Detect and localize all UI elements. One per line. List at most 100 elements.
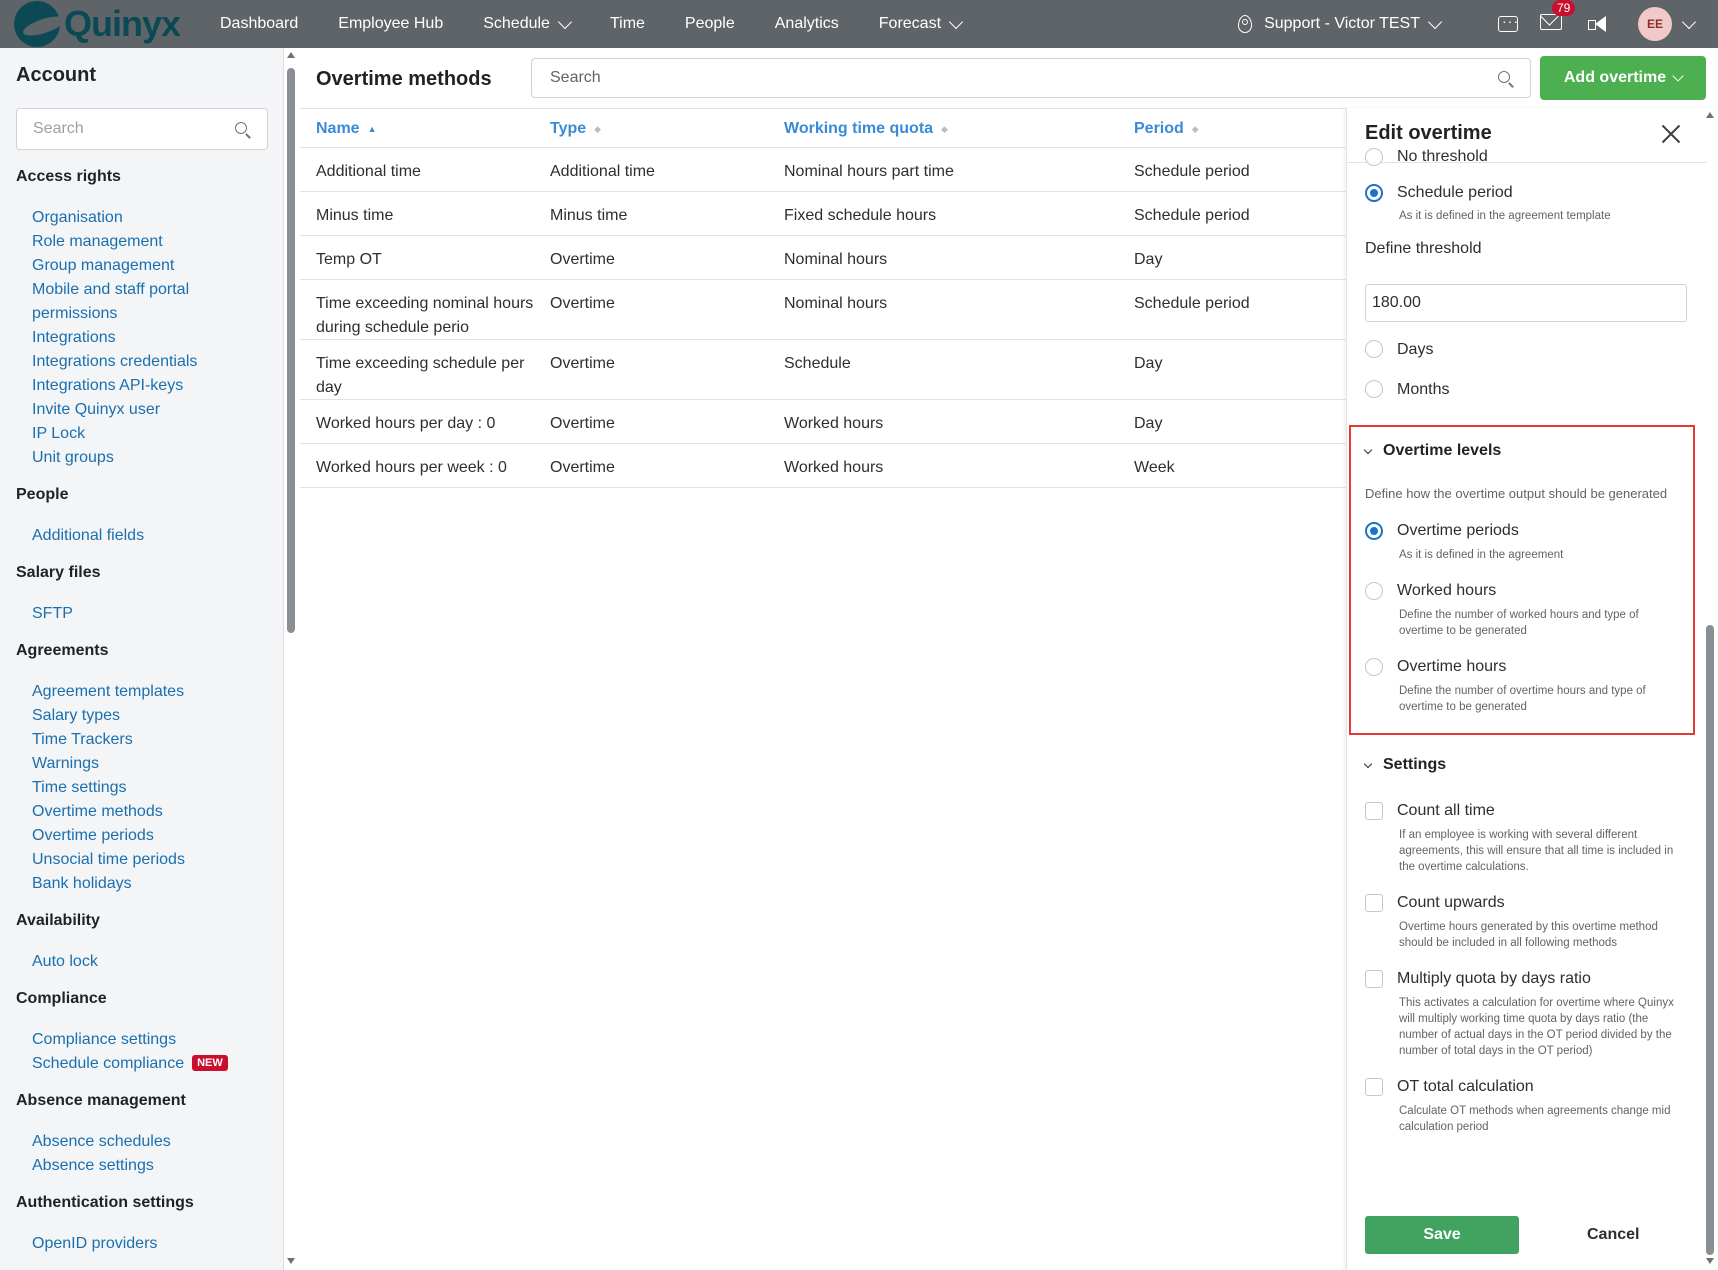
table-row[interactable]: Worked hours per week : 0 Overtime Worked … xyxy=(300,444,1350,488)
sidebar-item-warnings[interactable]: Warnings xyxy=(16,752,276,776)
add-overtime-button[interactable]: Add overtime xyxy=(1540,56,1706,100)
sidebar-item-bank-holidays[interactable]: Bank holidays xyxy=(16,872,276,896)
avatar[interactable]: EE xyxy=(1638,7,1672,41)
sidebar-scrollbar-thumb[interactable] xyxy=(287,68,295,633)
nav-forecast[interactable]: Forecast xyxy=(879,14,964,33)
sidebar-item-salary-types[interactable]: Salary types xyxy=(16,704,276,728)
panel-scrollbar-thumb[interactable] xyxy=(1706,625,1714,1255)
scroll-up-arrow-icon[interactable] xyxy=(1706,112,1714,118)
sidebar-item-overtime-periods[interactable]: Overtime periods xyxy=(16,824,276,848)
column-header-type[interactable]: Type ◆ xyxy=(550,120,601,138)
cancel-button[interactable]: Cancel xyxy=(1587,1226,1639,1244)
sidebar-item-ip-lock[interactable]: IP Lock xyxy=(16,422,276,446)
sidebar-item-auto-lock[interactable]: Auto lock xyxy=(16,950,276,974)
scroll-down-arrow-icon[interactable] xyxy=(287,1258,295,1264)
sort-icon: ◆ xyxy=(594,124,602,134)
search-icon[interactable] xyxy=(1498,71,1510,83)
column-header-working-time-quota[interactable]: Working time quota ◆ xyxy=(784,120,948,138)
sidebar-item-sftp[interactable]: SFTP xyxy=(16,602,276,626)
column-header-period[interactable]: Period ◆ xyxy=(1134,120,1199,138)
unit-selector[interactable]: Support - Victor TEST xyxy=(1238,14,1443,33)
cell-period: Day xyxy=(1134,251,1163,268)
nav-employee-hub[interactable]: Employee Hub xyxy=(338,15,443,33)
radio-worked-hours[interactable] xyxy=(1365,582,1383,600)
table-row[interactable]: Minus time Minus time Fixed schedule hours… xyxy=(300,192,1350,236)
scroll-up-arrow-icon[interactable] xyxy=(287,52,295,58)
cell-type: Overtime xyxy=(550,459,615,476)
checkbox-count-all-time[interactable] xyxy=(1365,802,1383,820)
chevron-down-icon xyxy=(1427,14,1443,29)
radio-overtime-periods[interactable] xyxy=(1365,522,1383,540)
sidebar-item-mobile-and-staff-portal[interactable]: Mobile and staff portal xyxy=(16,278,276,302)
column-header-name[interactable]: Name ▲ xyxy=(316,120,536,138)
radio-schedule-period[interactable] xyxy=(1365,184,1383,202)
nav-analytics[interactable]: Analytics xyxy=(775,15,839,33)
cell-type: Overtime xyxy=(550,251,615,268)
sidebar-item-agreement-templates[interactable]: Agreement templates xyxy=(16,680,276,704)
section-title: Overtime levels xyxy=(1383,442,1502,459)
main-nav: Dashboard Employee Hub Schedule Time Peo… xyxy=(220,0,1001,48)
scroll-down-arrow-icon[interactable] xyxy=(1706,1258,1714,1264)
nav-people[interactable]: People xyxy=(685,15,735,33)
sidebar-item-unsocial-time-periods[interactable]: Unsocial time periods xyxy=(16,848,276,872)
sidebar-item-label: OpenID providers xyxy=(32,1235,158,1252)
close-icon[interactable] xyxy=(1661,124,1681,144)
sidebar-item-permissions[interactable]: permissions xyxy=(16,302,276,326)
sidebar-item-role-management[interactable]: Role management xyxy=(16,230,276,254)
radio-days[interactable] xyxy=(1365,340,1383,358)
cell-period: Schedule period xyxy=(1134,295,1250,312)
overtime-levels-toggle[interactable]: Overtime levels xyxy=(1363,442,1502,460)
chevron-down-icon[interactable] xyxy=(1681,14,1697,29)
checkbox-count-upwards[interactable] xyxy=(1365,894,1383,912)
sidebar-item-schedule-compliance[interactable]: Schedule compliance NEW xyxy=(16,1052,276,1076)
sidebar-item-invite-quinyx-user[interactable]: Invite Quinyx user xyxy=(16,398,276,422)
sidebar-item-absence-schedules[interactable]: Absence schedules xyxy=(16,1130,276,1154)
mail-button[interactable]: 79 xyxy=(1540,0,1576,34)
chat-icon[interactable] xyxy=(1498,13,1519,32)
notification-count-badge: 79 xyxy=(1552,0,1576,16)
sidebar-item-organisation[interactable]: Organisation xyxy=(16,206,276,230)
save-button[interactable]: Save xyxy=(1365,1216,1519,1254)
checkbox-ot-total-calculation[interactable] xyxy=(1365,1078,1383,1096)
radio-overtime-hours[interactable] xyxy=(1365,658,1383,676)
table-row[interactable]: Temp OT Overtime Nominal hours Day xyxy=(300,236,1350,280)
radio-months[interactable] xyxy=(1365,380,1383,398)
search-input[interactable]: Search xyxy=(531,58,1531,98)
checkbox-multiply-quota[interactable] xyxy=(1365,970,1383,988)
threshold-input[interactable]: 180.00 xyxy=(1365,284,1687,322)
option-help: As it is defined in the agreement xyxy=(1399,549,1564,561)
sidebar-search-input[interactable]: Search xyxy=(16,108,268,150)
quinyx-logo[interactable]: Quinyx xyxy=(14,1,181,47)
sidebar-item-integrations-api-keys[interactable]: Integrations API-keys xyxy=(16,374,276,398)
nav-label: Time xyxy=(609,15,645,32)
table-row[interactable]: Time exceeding schedule per day Overtime S… xyxy=(300,340,1350,400)
sidebar-item-compliance-settings[interactable]: Compliance settings xyxy=(16,1028,276,1052)
sidebar-item-unit-groups[interactable]: Unit groups xyxy=(16,446,276,470)
cell-working-time-quota: Worked hours xyxy=(784,459,884,476)
table-row[interactable]: Additional time Additional time Nominal ho… xyxy=(300,148,1350,192)
radio-no-threshold[interactable] xyxy=(1365,148,1383,166)
sidebar-item-label: Absence schedules xyxy=(32,1133,171,1150)
table-row[interactable]: Time exceeding nominal hours during sche… xyxy=(300,280,1350,340)
sidebar-item-overtime-methods[interactable]: Overtime methods xyxy=(16,800,276,824)
table-row[interactable]: Worked hours per day : 0 Overtime Worked h… xyxy=(300,400,1350,444)
option-help: Overtime hours generated by this overtim… xyxy=(1399,921,1658,949)
sidebar-item-group-management[interactable]: Group management xyxy=(16,254,276,278)
sidebar-item-integrations[interactable]: Integrations xyxy=(16,326,276,350)
section-title: Settings xyxy=(1383,756,1447,773)
settings-toggle[interactable]: Settings xyxy=(1363,756,1447,774)
sidebar-item-absence-settings[interactable]: Absence settings xyxy=(16,1154,276,1178)
sidebar-item-time-settings[interactable]: Time settings xyxy=(16,776,276,800)
sidebar-item-openid-providers[interactable]: OpenID providers xyxy=(16,1232,276,1256)
nav-schedule[interactable]: Schedule xyxy=(483,14,573,33)
nav-time[interactable]: Time xyxy=(610,15,645,33)
megaphone-icon[interactable] xyxy=(1586,15,1608,33)
nav-label: Analytics xyxy=(774,15,839,32)
sidebar-item-time-trackers[interactable]: Time Trackers xyxy=(16,728,276,752)
sidebar-item-integrations-credentials[interactable]: Integrations credentials xyxy=(16,350,276,374)
location-pin-icon xyxy=(1238,15,1253,33)
nav-dashboard[interactable]: Dashboard xyxy=(220,15,298,33)
sidebar-item-additional-fields[interactable]: Additional fields xyxy=(16,524,276,548)
cell-working-time-quota: Nominal hours xyxy=(784,251,888,268)
